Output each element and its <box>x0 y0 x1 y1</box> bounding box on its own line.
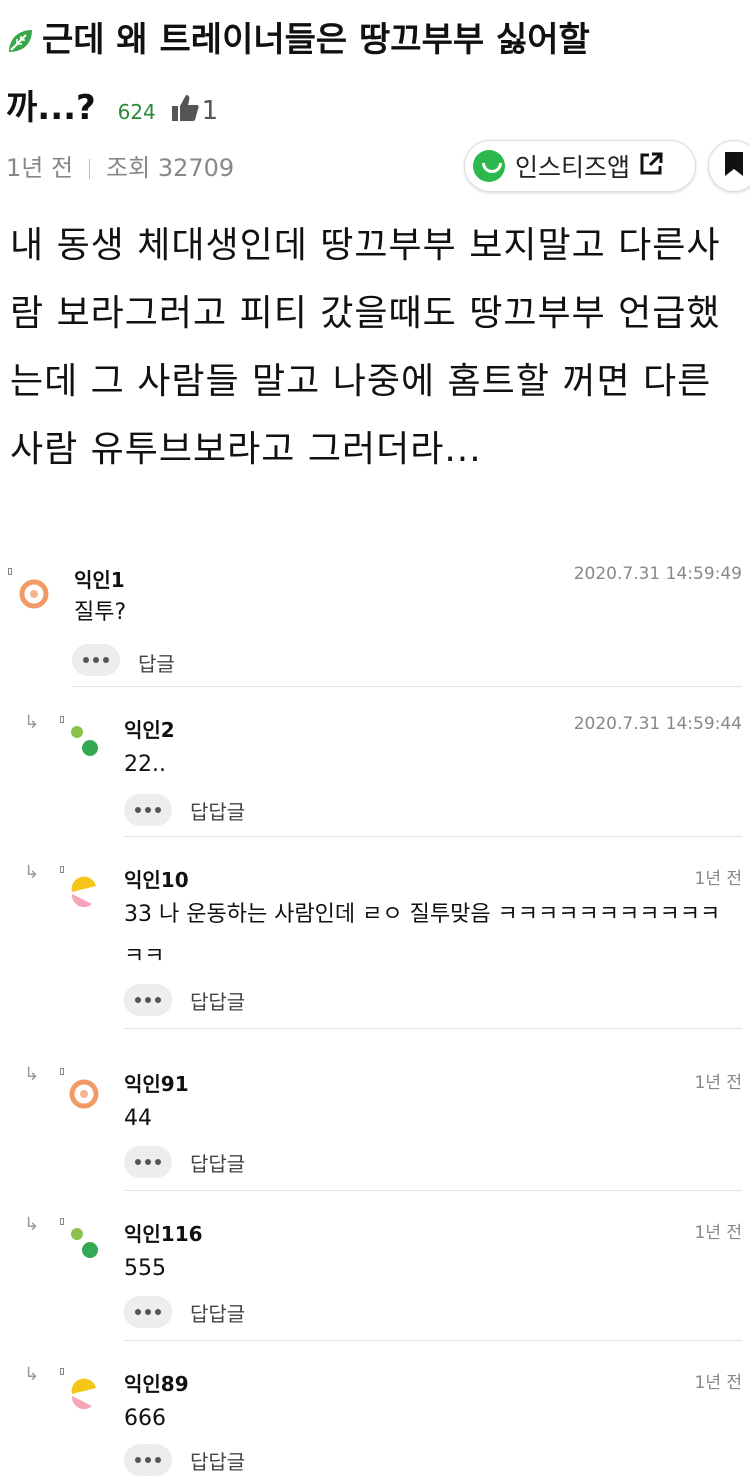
comment-marker-icon <box>60 1218 64 1225</box>
comment-text: 33 나 운동하는 사람인데 ㄹㅇ 질투맞음 ㅋㅋㅋㅋㅋㅋㅋㅋㅋㅋㅋㅋㅋ <box>124 902 721 969</box>
comment-text: 22.. <box>124 752 166 777</box>
comment-divider <box>124 1190 742 1191</box>
comment-marker-icon <box>60 716 64 723</box>
comment-time: 1년 전 <box>694 1073 743 1093</box>
view-count: 조회 32709 <box>106 154 235 182</box>
thumbs-up-icon[interactable] <box>170 80 200 144</box>
reply-link[interactable]: 답답글 <box>190 1148 245 1177</box>
reply-arrow-icon: ↳ <box>24 1364 40 1385</box>
avatar <box>71 726 98 756</box>
more-options-button[interactable] <box>124 794 172 826</box>
bookmark-button[interactable] <box>708 140 750 192</box>
title-line-2: 까...? <box>6 88 96 128</box>
comment-item: ↳ 익인91 1년 전 44 답답글 <box>0 1062 750 1192</box>
comment-time: 2020.7.31 14:59:44 <box>573 714 742 734</box>
app-logo-icon <box>473 150 505 182</box>
leaf-icon <box>6 12 34 76</box>
reply-arrow-icon: ↳ <box>24 712 40 733</box>
comment-divider <box>124 1028 742 1029</box>
title-line-1: 근데 왜 트레이너들은 땅끄부부 싫어할 <box>42 20 590 60</box>
comment-item: 익인1 2020.7.31 14:59:49 질투? 답글 <box>0 560 750 690</box>
app-button-label: 인스티즈앱 <box>515 153 631 182</box>
comment-item: ↳ 익인116 1년 전 555 답답글 <box>0 1212 750 1342</box>
comment-marker-icon <box>8 568 12 575</box>
post-body: 내 동생 체대생인데 땅끄부부 보지말고 다른사람 보라그러고 피티 갔을때도 … <box>10 225 721 470</box>
reply-arrow-icon: ↳ <box>24 1064 40 1085</box>
avatar <box>71 1378 96 1410</box>
reply-link[interactable]: 답답글 <box>190 1446 245 1475</box>
comment-divider <box>72 686 742 687</box>
open-app-button[interactable]: 인스티즈앱 <box>464 140 696 192</box>
comment-item: ↳ 익인89 1년 전 666 답답글 <box>0 1362 750 1477</box>
comment-author: 익인91 <box>124 1072 189 1096</box>
comment-count: 624 <box>117 100 156 124</box>
reply-arrow-icon: ↳ <box>24 862 40 883</box>
comment-text: 질투? <box>74 600 127 625</box>
bookmark-icon <box>723 150 745 182</box>
comment-author: 익인2 <box>124 718 175 742</box>
more-options-button[interactable] <box>124 1296 172 1328</box>
comment-text: 555 <box>124 1256 166 1281</box>
comment-time: 2020.7.31 14:59:49 <box>573 564 742 584</box>
comment-text: 666 <box>124 1406 166 1431</box>
comment-time: 1년 전 <box>694 869 743 889</box>
more-options-button[interactable] <box>124 1444 172 1476</box>
comment-time: 1년 전 <box>694 1373 743 1393</box>
avatar <box>19 579 49 609</box>
post-meta: 1년 전 조회 32709 <box>6 148 234 183</box>
comment-marker-icon <box>60 1368 64 1375</box>
external-link-icon <box>638 151 664 181</box>
comment-item: ↳ 익인2 2020.7.31 14:59:44 22.. 답답글 <box>0 710 750 840</box>
comment-marker-icon <box>60 866 64 873</box>
comment-time: 1년 전 <box>694 1223 743 1243</box>
meta-divider <box>89 159 91 179</box>
comment-divider <box>124 836 742 837</box>
reply-link[interactable]: 답답글 <box>190 796 245 825</box>
avatar <box>69 1079 99 1109</box>
comment-marker-icon <box>60 1068 64 1075</box>
avatar <box>71 1228 98 1258</box>
comment-author: 익인89 <box>124 1372 189 1396</box>
like-count: 1 <box>201 96 219 126</box>
more-options-button[interactable] <box>124 984 172 1016</box>
more-options-button[interactable] <box>72 644 120 676</box>
comment-item: ↳ 익인10 1년 전 33 나 운동하는 사람인데 ㄹㅇ 질투맞음 ㅋㅋㅋㅋㅋ… <box>0 860 750 1030</box>
comment-divider <box>124 1340 742 1341</box>
post-title: 근데 왜 트레이너들은 땅끄부부 싫어할 까...? 624 1 <box>6 8 726 144</box>
reply-link[interactable]: 답답글 <box>190 986 245 1015</box>
post-time: 1년 전 <box>6 154 74 182</box>
avatar <box>71 876 96 908</box>
reply-arrow-icon: ↳ <box>24 1214 40 1235</box>
reply-link[interactable]: 답글 <box>138 648 175 677</box>
comment-author: 익인10 <box>124 868 189 892</box>
more-options-button[interactable] <box>124 1146 172 1178</box>
comment-author: 익인1 <box>74 568 125 592</box>
reply-link[interactable]: 답답글 <box>190 1298 245 1327</box>
comment-text: 44 <box>124 1106 152 1131</box>
comment-author: 익인116 <box>124 1222 203 1246</box>
